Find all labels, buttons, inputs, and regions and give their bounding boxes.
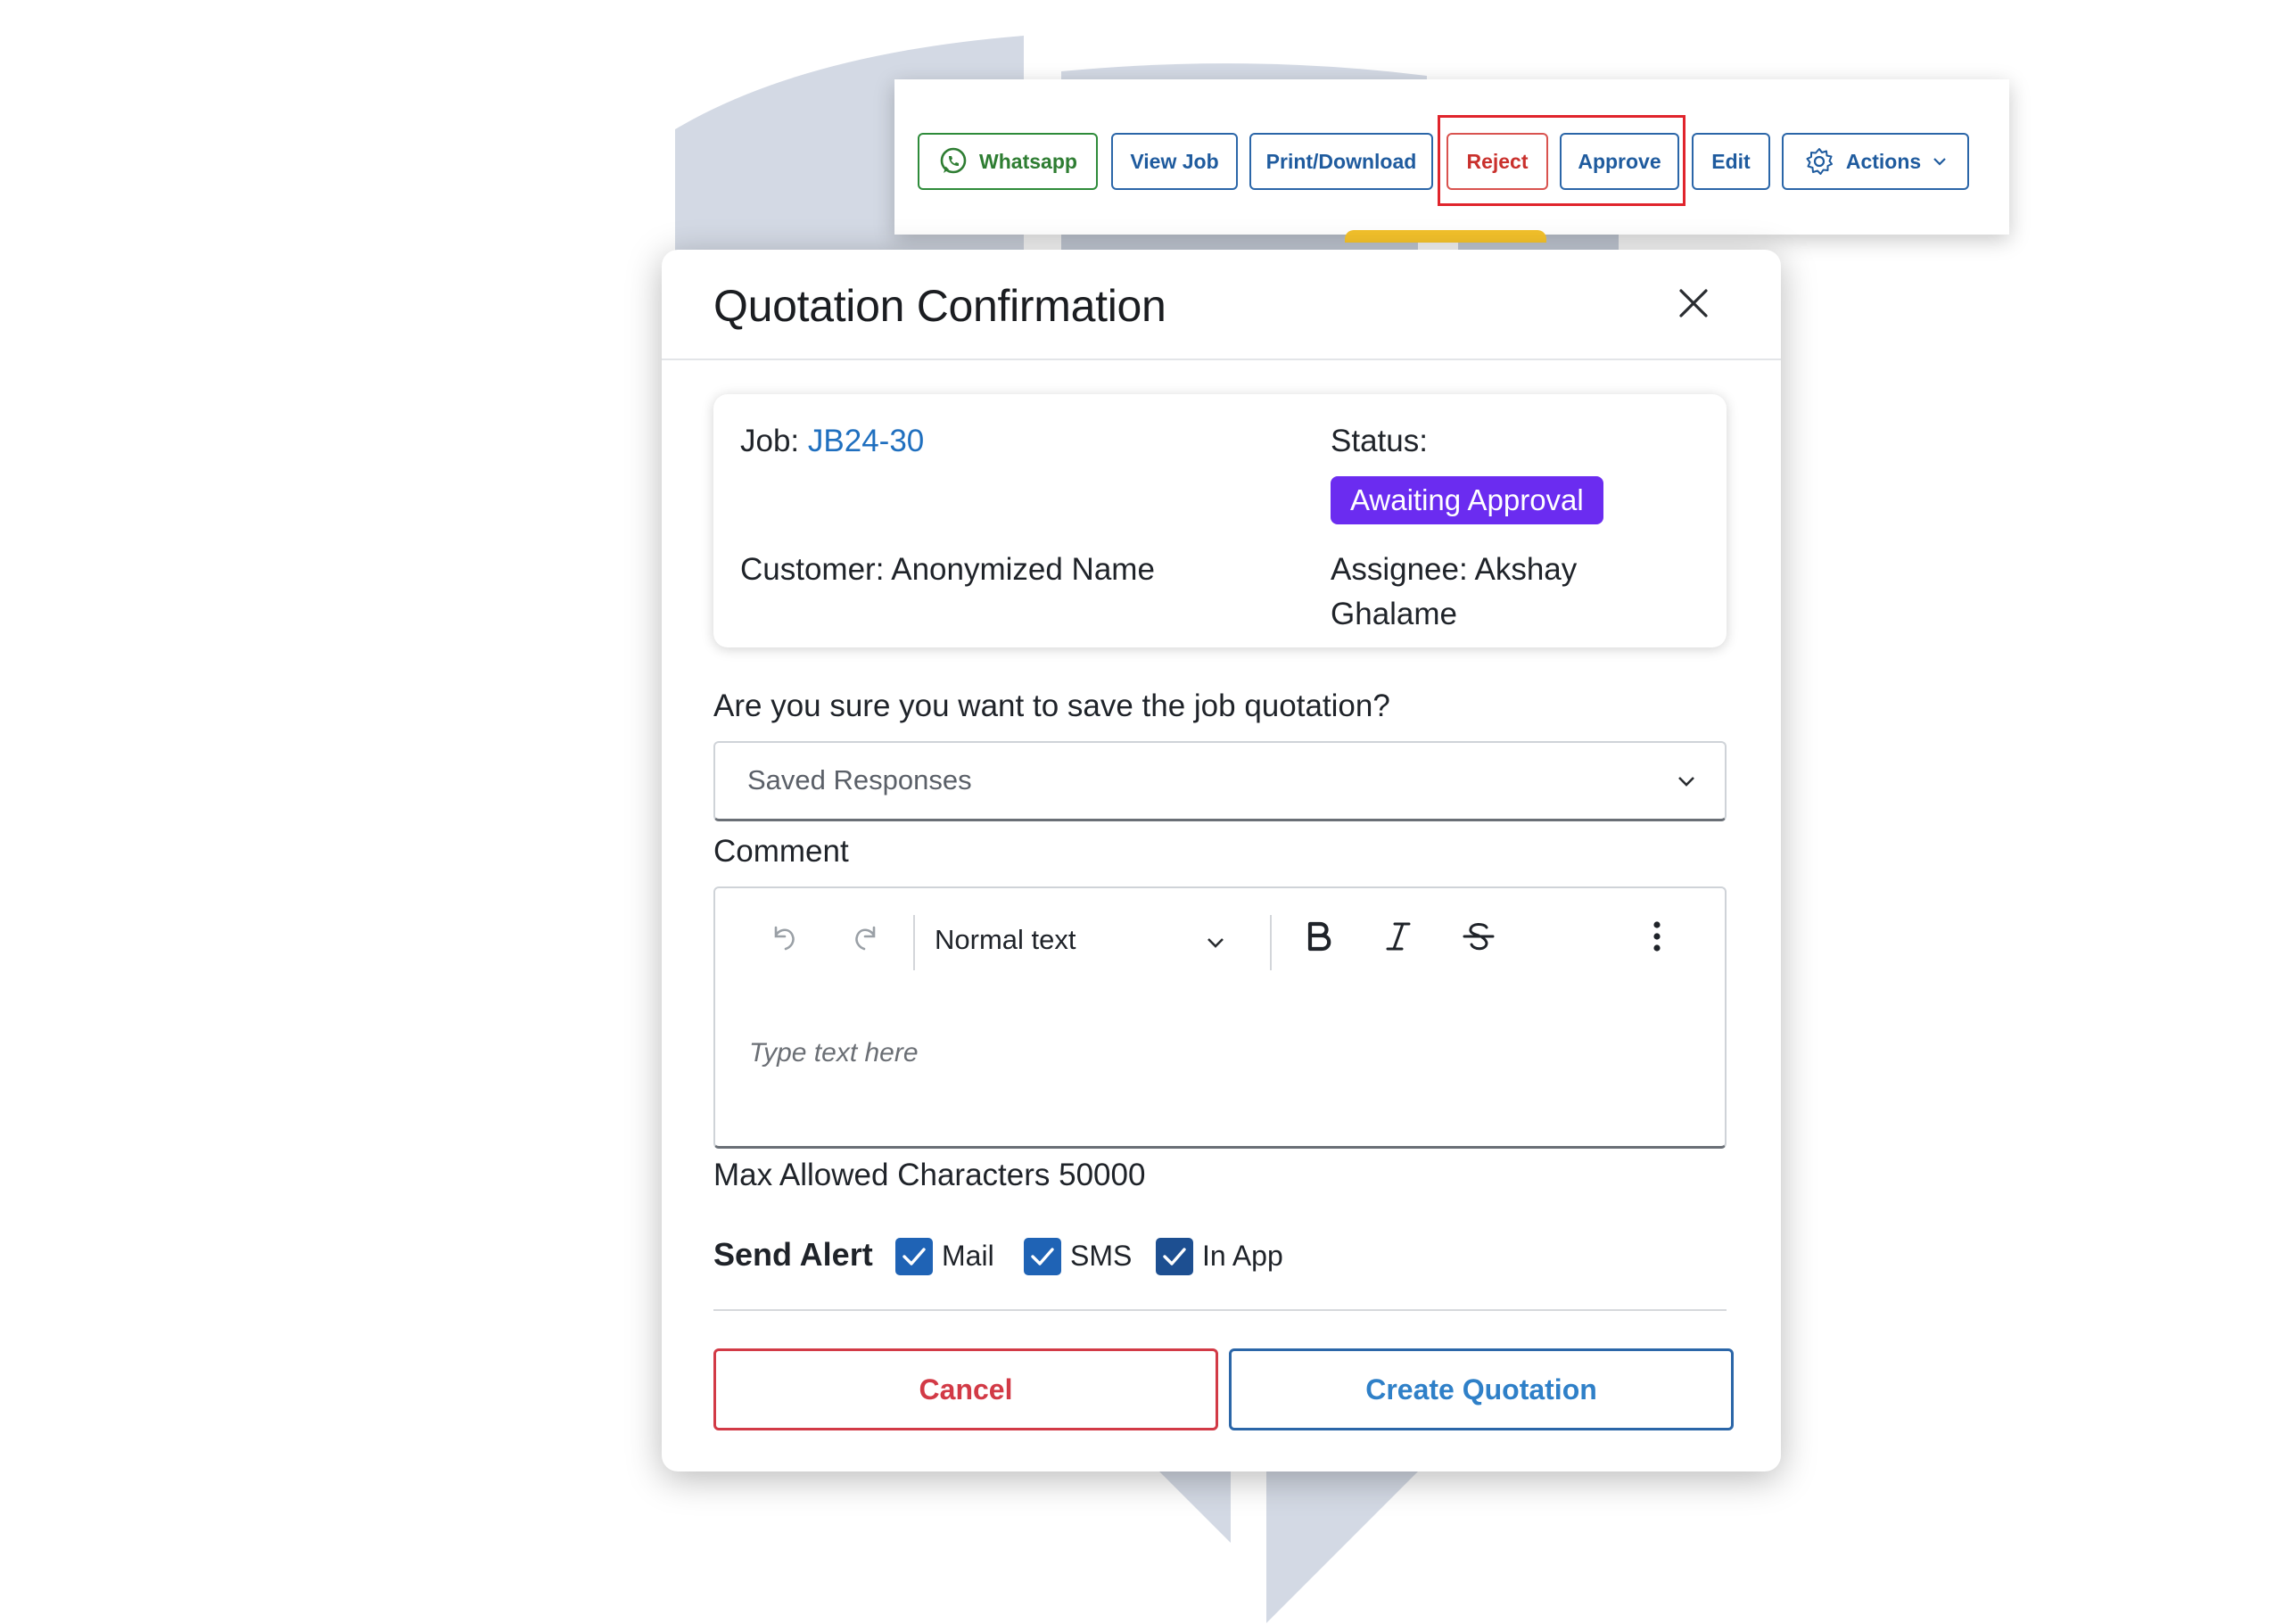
in-app-checkbox[interactable] bbox=[1156, 1238, 1193, 1275]
assignee-line-1: Assignee: Akshay bbox=[1331, 552, 1578, 587]
more-options-icon[interactable] bbox=[1637, 917, 1677, 956]
toolbar-separator bbox=[913, 915, 915, 970]
redo-icon[interactable] bbox=[845, 917, 885, 956]
print-download-button[interactable]: Print/Download bbox=[1249, 133, 1433, 190]
status-badge: Awaiting Approval bbox=[1331, 476, 1603, 524]
italic-icon[interactable] bbox=[1379, 917, 1418, 956]
assignee-line-2: Ghalame bbox=[1331, 597, 1458, 631]
view-job-button[interactable]: View Job bbox=[1111, 133, 1238, 190]
whatsapp-button[interactable]: Whatsapp bbox=[918, 133, 1098, 190]
job-info-card: Job: JB24-30 Status: Awaiting Approval C… bbox=[713, 394, 1727, 647]
job-info: Job: JB24-30 bbox=[740, 419, 924, 464]
text-format-select[interactable]: Normal text bbox=[935, 924, 1076, 956]
dialog-title: Quotation Confirmation bbox=[713, 281, 1166, 331]
undo-icon[interactable] bbox=[765, 917, 804, 956]
mail-checkbox[interactable] bbox=[895, 1238, 933, 1275]
in-app-label: In App bbox=[1202, 1240, 1283, 1272]
close-icon[interactable] bbox=[1676, 285, 1711, 321]
sms-label: SMS bbox=[1070, 1240, 1133, 1272]
comment-label: Comment bbox=[713, 834, 849, 869]
saved-responses-value: Saved Responses bbox=[747, 764, 972, 796]
editor-placeholder: Type text here bbox=[749, 1038, 919, 1068]
footer-divider bbox=[713, 1309, 1727, 1311]
job-id-link[interactable]: JB24-30 bbox=[808, 424, 924, 458]
create-quotation-button[interactable]: Create Quotation bbox=[1229, 1348, 1734, 1430]
customer-info: Customer: Anonymized Name bbox=[740, 552, 1155, 587]
gear-icon bbox=[1806, 148, 1833, 175]
whatsapp-label: Whatsapp bbox=[979, 149, 1077, 173]
toolbar-separator bbox=[1270, 915, 1272, 970]
chevron-down-icon bbox=[1678, 777, 1694, 787]
whatsapp-icon bbox=[940, 147, 967, 174]
edit-button[interactable]: Edit bbox=[1692, 133, 1770, 190]
check-icon bbox=[1031, 1248, 1054, 1265]
confirmation-question: Are you sure you want to save the job qu… bbox=[713, 688, 1390, 723]
actions-label: Actions bbox=[1845, 149, 1922, 173]
actions-dropdown-button[interactable]: Actions bbox=[1782, 133, 1969, 190]
send-alert-label: Send Alert bbox=[713, 1236, 873, 1273]
strikethrough-icon[interactable] bbox=[1459, 917, 1498, 956]
job-prefix: Job: bbox=[740, 424, 808, 458]
chevron-down-icon[interactable] bbox=[1204, 931, 1227, 954]
check-icon bbox=[1163, 1248, 1186, 1265]
max-characters-hint: Max Allowed Characters 50000 bbox=[713, 1158, 1146, 1192]
check-icon bbox=[902, 1248, 926, 1265]
reject-approve-highlight bbox=[1438, 115, 1685, 206]
bold-icon[interactable] bbox=[1298, 917, 1338, 956]
chevron-down-icon bbox=[1933, 158, 1946, 166]
status-label: Status: bbox=[1331, 424, 1428, 458]
dialog-header: Quotation Confirmation bbox=[662, 250, 1781, 360]
saved-responses-select[interactable]: Saved Responses bbox=[713, 741, 1727, 821]
cancel-button[interactable]: Cancel bbox=[713, 1348, 1218, 1430]
status-tab-accent bbox=[1345, 230, 1546, 243]
sms-checkbox[interactable] bbox=[1024, 1238, 1061, 1275]
mail-label: Mail bbox=[942, 1240, 994, 1272]
comment-editor[interactable]: Normal text Type text here bbox=[713, 886, 1727, 1149]
quotation-confirmation-dialog: Quotation Confirmation Job: JB24-30 Stat… bbox=[662, 250, 1781, 1471]
